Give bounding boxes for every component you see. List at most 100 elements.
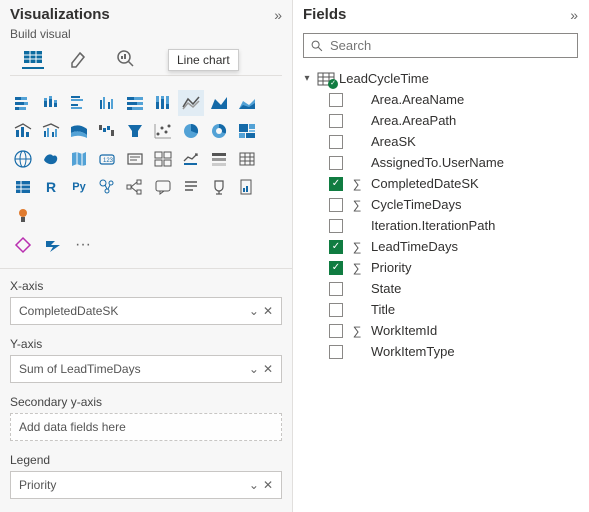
arcgis-icon[interactable] [10, 202, 36, 228]
field-row[interactable]: ∑Title [327, 299, 582, 320]
key-influencers-icon[interactable] [94, 174, 120, 200]
python-visual-icon[interactable]: Py [66, 174, 92, 200]
tab-analytics[interactable] [114, 47, 136, 69]
hundred-stacked-column-icon[interactable] [150, 90, 176, 116]
area-chart-icon[interactable] [206, 90, 232, 116]
fields-header: Fields » [293, 0, 588, 27]
field-row[interactable]: ∑Area.AreaPath [327, 110, 582, 131]
clustered-column-icon[interactable] [94, 90, 120, 116]
fields-search[interactable] [303, 33, 578, 58]
field-checkbox[interactable] [329, 177, 343, 191]
field-row[interactable]: ∑Area.AreaName [327, 89, 582, 110]
field-checkbox[interactable] [329, 324, 343, 338]
zone-legend-well[interactable]: Priority ⌄ ✕ [10, 471, 282, 499]
field-name: AreaSK [371, 134, 416, 149]
field-name: Priority [371, 260, 411, 275]
zone-x-remove[interactable]: ✕ [263, 304, 273, 318]
field-row[interactable]: ∑AreaSK [327, 131, 582, 152]
field-row[interactable]: ∑Priority [327, 257, 582, 278]
zone-y-well[interactable]: Sum of LeadTimeDays ⌄ ✕ [10, 355, 282, 383]
field-checkbox[interactable] [329, 114, 343, 128]
power-apps-icon[interactable] [10, 232, 36, 258]
zone-y-dropdown[interactable]: ⌄ [249, 362, 259, 376]
goals-icon[interactable] [206, 174, 232, 200]
pie-icon[interactable] [178, 118, 204, 144]
donut-icon[interactable] [206, 118, 232, 144]
field-name: CompletedDateSK [371, 176, 479, 191]
fields-tree: ▾ LeadCycleTime ∑Area.AreaName∑Area.Area… [293, 64, 588, 366]
svg-text:123: 123 [103, 158, 114, 164]
viz-collapse[interactable]: » [274, 7, 282, 23]
line-stacked-column-icon[interactable] [10, 118, 36, 144]
filled-map-icon[interactable] [38, 146, 64, 172]
line-clustered-column-icon[interactable] [38, 118, 64, 144]
field-checkbox[interactable] [329, 240, 343, 254]
zone-y-axis: Y-axis Sum of LeadTimeDays ⌄ ✕ [0, 333, 292, 391]
field-row[interactable]: ∑WorkItemType [327, 341, 582, 362]
field-name: WorkItemType [371, 344, 455, 359]
field-row[interactable]: ∑WorkItemId [327, 320, 582, 341]
gauge-icon[interactable]: 123 [94, 146, 120, 172]
fields-search-input[interactable] [330, 38, 571, 53]
zone-x-axis: X-axis CompletedDateSK ⌄ ✕ [0, 275, 292, 333]
field-checkbox[interactable] [329, 282, 343, 296]
treemap-icon[interactable] [234, 118, 260, 144]
field-checkbox[interactable] [329, 303, 343, 317]
sigma-icon: ∑ [351, 240, 363, 254]
hundred-stacked-bar-icon[interactable] [122, 90, 148, 116]
field-row[interactable]: ∑LeadTimeDays [327, 236, 582, 257]
build-visual-label: Build visual [10, 27, 282, 41]
stacked-column-icon[interactable] [38, 90, 64, 116]
paginated-report-icon[interactable] [234, 174, 260, 200]
smart-narrative-icon[interactable] [178, 174, 204, 200]
table-entity-icon [317, 72, 335, 86]
power-automate-icon[interactable] [40, 232, 66, 258]
stacked-bar-icon[interactable] [10, 90, 36, 116]
field-checkbox[interactable] [329, 135, 343, 149]
funnel-icon[interactable] [122, 118, 148, 144]
table-icon[interactable] [234, 146, 260, 172]
stacked-area-icon[interactable] [234, 90, 260, 116]
zone-legend-remove[interactable]: ✕ [263, 478, 273, 492]
zone-y2-well[interactable]: Add data fields here [10, 413, 282, 441]
tab-format[interactable] [68, 47, 90, 69]
field-row[interactable]: ∑AssignedTo.UserName [327, 152, 582, 173]
field-row[interactable]: ∑State [327, 278, 582, 299]
field-row[interactable]: ∑Iteration.IterationPath [327, 215, 582, 236]
field-checkbox[interactable] [329, 198, 343, 212]
ribbon-chart-icon[interactable] [66, 118, 92, 144]
azure-map-icon[interactable] [66, 146, 92, 172]
zone-y-remove[interactable]: ✕ [263, 362, 273, 376]
slicer-icon[interactable] [206, 146, 232, 172]
tab-build[interactable] [22, 47, 44, 69]
map-icon[interactable] [10, 146, 36, 172]
matrix-icon[interactable] [10, 174, 36, 200]
zone-x-well[interactable]: CompletedDateSK ⌄ ✕ [10, 297, 282, 325]
clustered-bar-icon[interactable] [66, 90, 92, 116]
line-chart-icon[interactable] [178, 90, 204, 116]
waterfall-icon[interactable] [94, 118, 120, 144]
field-name: Iteration.IterationPath [371, 218, 495, 233]
zone-x-dropdown[interactable]: ⌄ [249, 304, 259, 318]
more-visuals[interactable]: ··· [70, 232, 96, 258]
multi-card-icon[interactable] [150, 146, 176, 172]
table-node[interactable]: ▾ LeadCycleTime [299, 68, 582, 89]
field-row[interactable]: ∑CompletedDateSK [327, 173, 582, 194]
card-icon[interactable] [122, 146, 148, 172]
viz-header: Visualizations » [0, 0, 292, 27]
r-visual-icon[interactable]: R [38, 174, 64, 200]
field-checkbox[interactable] [329, 156, 343, 170]
field-checkbox[interactable] [329, 345, 343, 359]
fields-panel: Fields » ▾ LeadCycleTime ∑Area.AreaName∑… [293, 0, 588, 512]
field-checkbox[interactable] [329, 261, 343, 275]
qna-icon[interactable] [150, 174, 176, 200]
field-checkbox[interactable] [329, 219, 343, 233]
zone-y2-value: Add data fields here [19, 420, 126, 434]
field-checkbox[interactable] [329, 93, 343, 107]
field-row[interactable]: ∑CycleTimeDays [327, 194, 582, 215]
zone-legend-dropdown[interactable]: ⌄ [249, 478, 259, 492]
scatter-icon[interactable] [150, 118, 176, 144]
decomposition-tree-icon[interactable] [122, 174, 148, 200]
kpi-icon[interactable] [178, 146, 204, 172]
fields-collapse[interactable]: » [570, 7, 578, 23]
